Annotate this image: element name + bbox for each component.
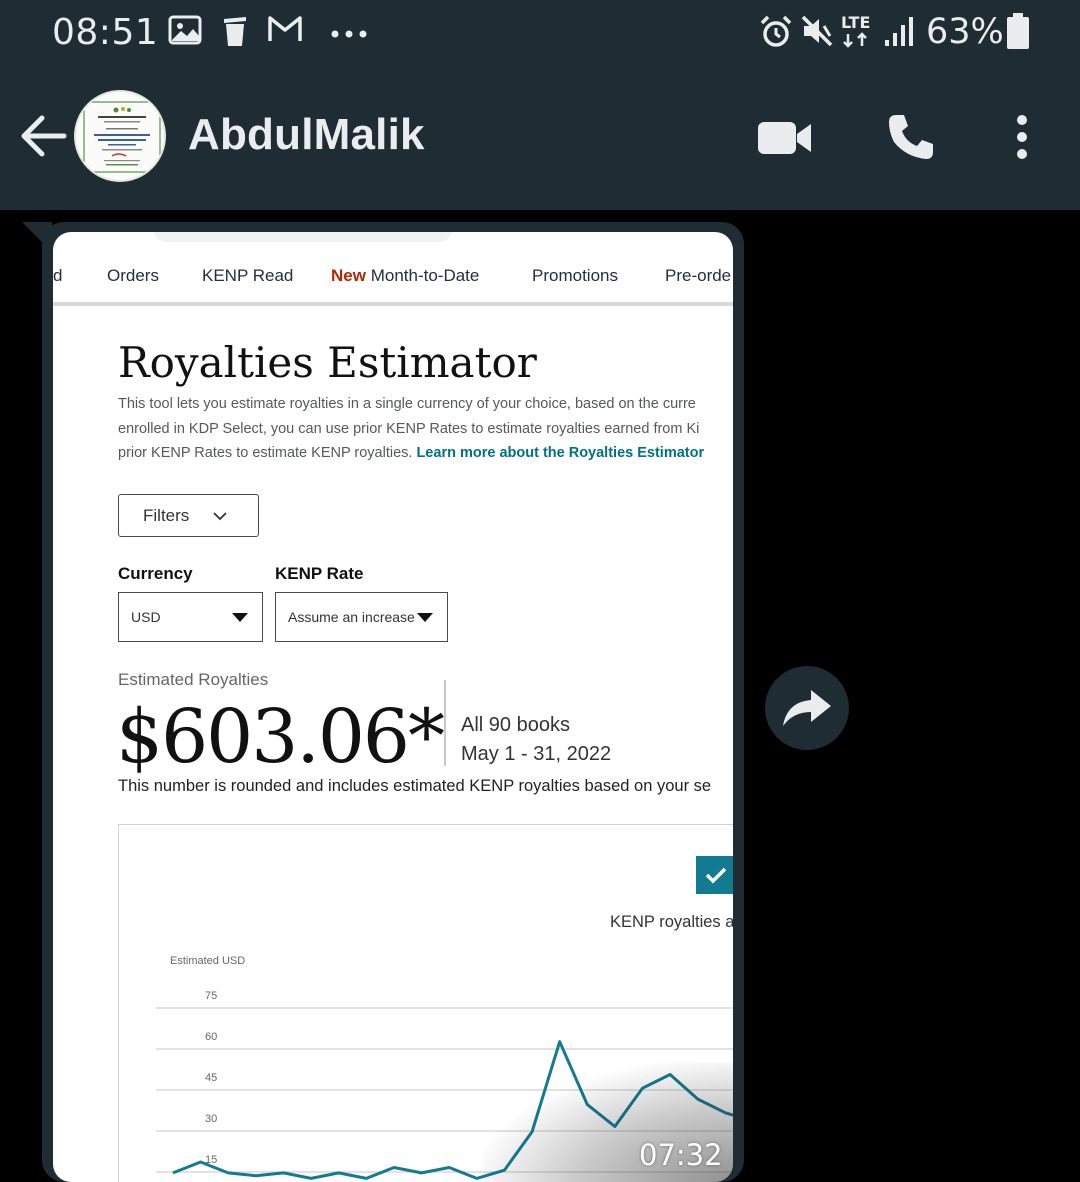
video-call-icon[interactable]	[757, 118, 813, 163]
status-time: 08:51	[52, 12, 158, 53]
gmail-icon	[267, 14, 303, 49]
video-duration: 07:32	[639, 1138, 723, 1172]
contact-name[interactable]: AbdulMalik	[188, 110, 425, 160]
y-tick-label: 60	[205, 1031, 217, 1043]
image-icon	[168, 14, 202, 51]
back-arrow-icon[interactable]	[18, 112, 68, 165]
avatar[interactable]	[74, 90, 166, 182]
battery-percent: 63%	[926, 12, 1004, 52]
mute-icon	[800, 14, 834, 53]
more-dots-icon	[330, 26, 368, 44]
status-bar: 08:51 LTE 63%	[0, 0, 1080, 70]
y-tick-label: 75	[205, 990, 217, 1002]
y-tick-label: 30	[205, 1113, 217, 1125]
phone-icon[interactable]	[886, 112, 936, 167]
more-vert-icon[interactable]	[1012, 114, 1032, 165]
chat-header: AbdulMalik	[0, 70, 1080, 210]
video-thumbnail[interactable]: d Orders KENP Read New Month-to-Date Pro…	[53, 232, 733, 1182]
signal-icon	[884, 14, 914, 53]
trash-icon	[222, 14, 248, 53]
battery-icon	[1006, 12, 1030, 55]
lte-icon: LTE	[840, 12, 876, 55]
forward-icon	[781, 688, 833, 728]
forward-button[interactable]	[765, 666, 849, 750]
royalties-line-chart: 1530456075	[53, 232, 733, 1182]
svg-text:LTE: LTE	[841, 13, 870, 32]
y-tick-label: 45	[205, 1072, 217, 1084]
alarm-icon	[758, 14, 794, 55]
chat-area: d Orders KENP Read New Month-to-Date Pro…	[0, 210, 1080, 1175]
